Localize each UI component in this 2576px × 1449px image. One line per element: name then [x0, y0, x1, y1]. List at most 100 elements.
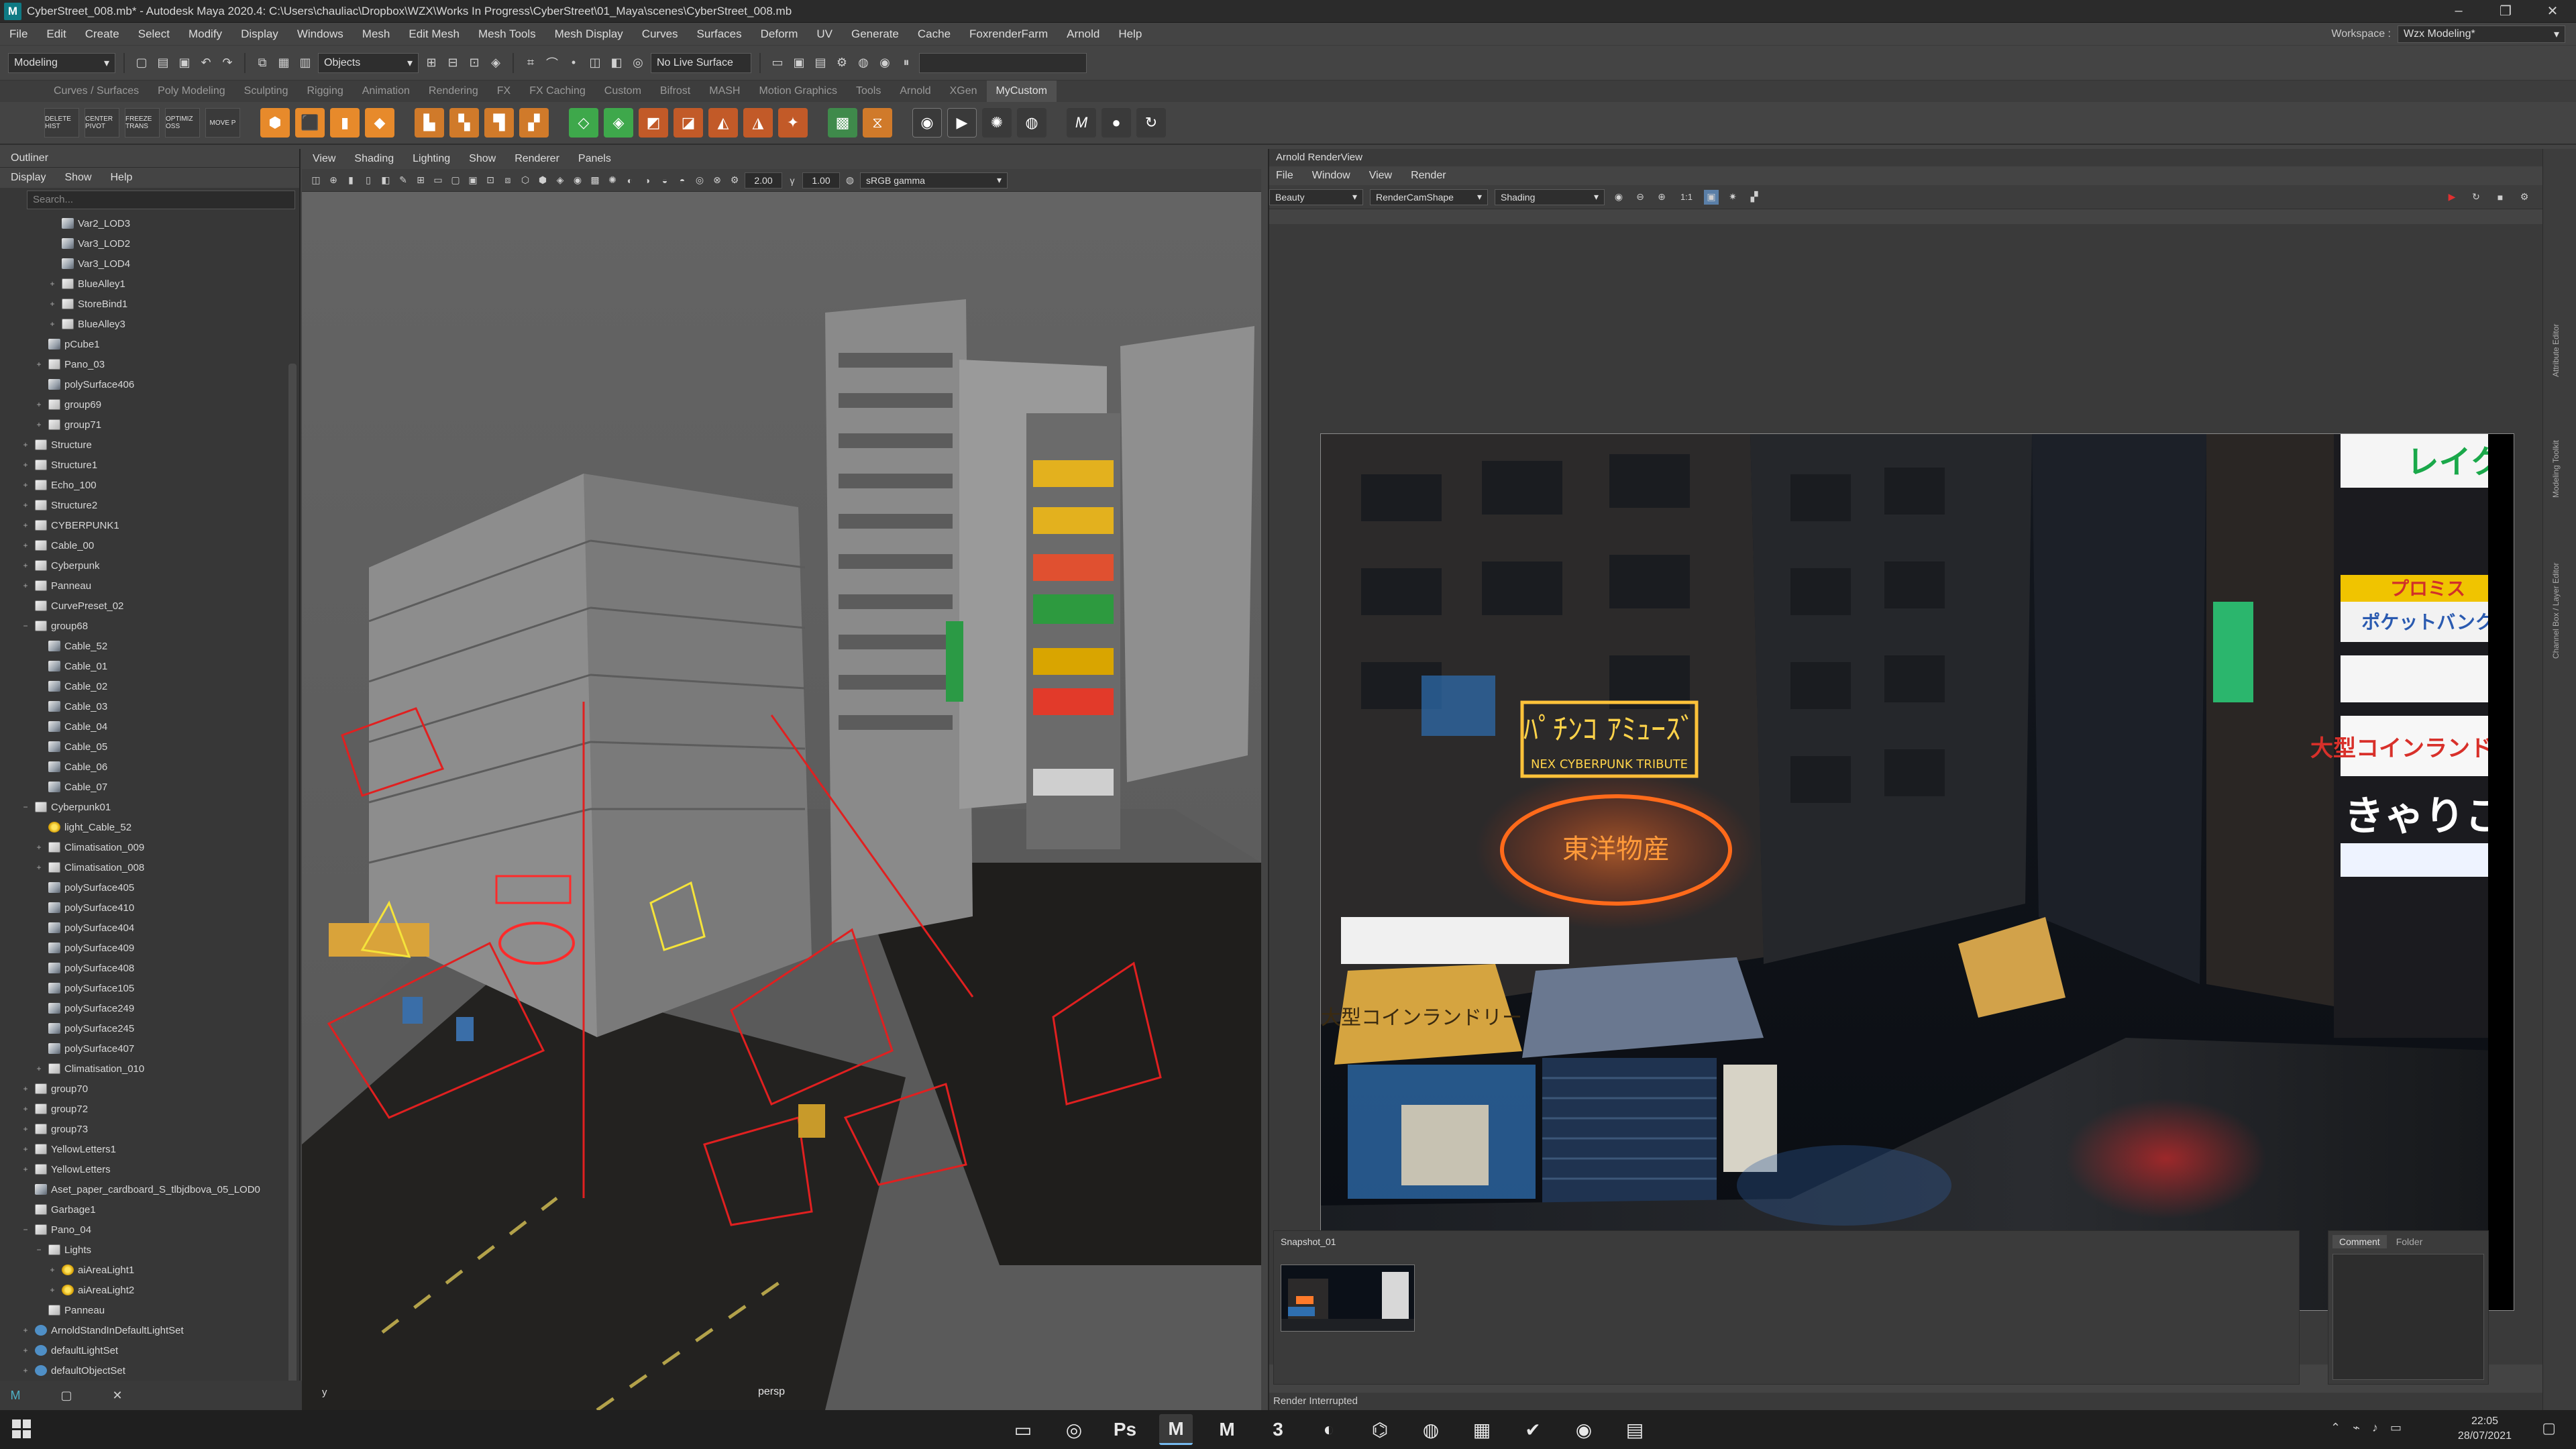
poly-sphere-icon[interactable]: ⬢: [260, 108, 290, 138]
taskbar-app-icon[interactable]: ◐: [1312, 1414, 1346, 1445]
select-component-icon[interactable]: ▥: [297, 54, 314, 72]
outliner-item[interactable]: + group70: [0, 1079, 288, 1099]
expand-toggle-icon[interactable]: +: [34, 400, 44, 409]
outliner-item[interactable]: polySurface249: [0, 998, 288, 1018]
refresh-icon[interactable]: ↻: [1136, 108, 1166, 138]
open-scene-icon[interactable]: ▤: [154, 54, 172, 72]
shelf-tab-tools[interactable]: Tools: [847, 80, 890, 102]
outliner-item[interactable]: + group71: [0, 415, 288, 435]
menu-file[interactable]: File: [0, 23, 37, 46]
poly-plane-icon[interactable]: ◆: [365, 108, 394, 138]
freeze-transform-button[interactable]: FREEZE TRANS: [125, 108, 160, 138]
outliner-item[interactable]: + Structure2: [0, 495, 288, 515]
select-camera-icon[interactable]: ◫: [309, 173, 323, 188]
shelf-tab-bifrost[interactable]: Bifrost: [651, 80, 700, 102]
optimize-button[interactable]: OPTIMIZ OSS: [165, 108, 200, 138]
viewport-scene[interactable]: y persp: [302, 192, 1261, 1410]
outliner-item[interactable]: Cable_04: [0, 716, 288, 737]
network-icon[interactable]: ⌁: [2353, 1421, 2360, 1435]
wireframe-on-shaded-icon[interactable]: ◈: [553, 173, 568, 188]
expand-toggle-icon[interactable]: +: [47, 1265, 58, 1275]
menu-mesh[interactable]: Mesh: [353, 23, 400, 46]
ipr-icon[interactable]: ▤: [812, 54, 829, 72]
outliner-item[interactable]: Garbage1: [0, 1199, 288, 1220]
chevron-up-icon[interactable]: ⌃: [2330, 1421, 2341, 1435]
expand-toggle-icon[interactable]: +: [20, 581, 31, 590]
menu-modify[interactable]: Modify: [179, 23, 231, 46]
expand-toggle-icon[interactable]: +: [47, 299, 58, 309]
gate-mask-icon[interactable]: ▣: [466, 173, 480, 188]
menu-cache[interactable]: Cache: [908, 23, 960, 46]
live-surface-dropdown[interactable]: No Live Surface: [651, 52, 751, 73]
render-start-icon[interactable]: ▶: [2445, 190, 2459, 205]
taskbar-app-icon[interactable]: ✔: [1516, 1414, 1550, 1445]
outliner-item[interactable]: − Cyberpunk01: [0, 797, 288, 817]
outliner-item[interactable]: Var3_LOD2: [0, 233, 288, 254]
outliner-item[interactable]: Cable_01: [0, 656, 288, 676]
mask-icon[interactable]: ⊟: [444, 54, 462, 72]
outliner-item[interactable]: + BlueAlley3: [0, 314, 288, 334]
outliner-item[interactable]: polySurface406: [0, 374, 288, 394]
gamma-field[interactable]: 1.00: [802, 172, 840, 189]
shelf-tab-rendering[interactable]: Rendering: [419, 80, 488, 102]
outliner-item[interactable]: Cable_06: [0, 757, 288, 777]
lock-camera-icon[interactable]: ⊕: [326, 173, 341, 188]
outliner-item[interactable]: − Lights: [0, 1240, 288, 1260]
isolate-icon[interactable]: ◉: [912, 108, 942, 138]
outliner-item[interactable]: + Cyberpunk: [0, 555, 288, 576]
expand-toggle-icon[interactable]: +: [34, 843, 44, 852]
shelf-tab-fx-caching[interactable]: FX Caching: [520, 80, 595, 102]
expand-toggle-icon[interactable]: +: [20, 1366, 31, 1375]
expand-toggle-icon[interactable]: +: [47, 319, 58, 329]
outliner-item[interactable]: polySurface245: [0, 1018, 288, 1038]
expand-toggle-icon[interactable]: +: [20, 1165, 31, 1174]
color-channel-icon[interactable]: ◉: [1611, 190, 1626, 205]
taskbar-app-icon[interactable]: ◎: [1057, 1414, 1091, 1445]
outliner-item[interactable]: pCube1: [0, 334, 288, 354]
redo-icon[interactable]: ↷: [219, 54, 236, 72]
comment-textarea[interactable]: [2332, 1254, 2484, 1380]
multicut-icon[interactable]: ✦: [778, 108, 808, 138]
menu-mesh-tools[interactable]: Mesh Tools: [469, 23, 545, 46]
taskbar-app-icon[interactable]: ◍: [1414, 1414, 1448, 1445]
expand-toggle-icon[interactable]: +: [20, 521, 31, 530]
new-scene-icon[interactable]: ▢: [133, 54, 150, 72]
render-settings-icon[interactable]: ⚙: [2517, 190, 2532, 205]
delete-history-button[interactable]: DELETE HIST: [44, 108, 79, 138]
image-plane-icon[interactable]: ▯: [361, 173, 376, 188]
xray-joints-icon[interactable]: ⊗: [710, 173, 724, 188]
separate-icon[interactable]: ▚: [449, 108, 479, 138]
outliner-item[interactable]: polySurface409: [0, 938, 288, 958]
outliner-item[interactable]: + defaultObjectSet: [0, 1360, 288, 1381]
field-chart-icon[interactable]: ⊡: [483, 173, 498, 188]
menu-foxrenderfarm[interactable]: FoxrenderFarm: [960, 23, 1057, 46]
outliner-item[interactable]: Cable_07: [0, 777, 288, 797]
expand-toggle-icon[interactable]: +: [20, 1084, 31, 1093]
render-view-icon[interactable]: ◉: [876, 54, 894, 72]
minimize-icon[interactable]: –: [2435, 0, 2482, 23]
maximize-icon[interactable]: ❐: [2482, 0, 2529, 23]
snapshot-thumbnail[interactable]: [1281, 1265, 1415, 1332]
tab-comment[interactable]: Comment: [2332, 1235, 2387, 1248]
taskbar-app-icon[interactable]: ◉: [1567, 1414, 1601, 1445]
outliner-item[interactable]: + Climatisation_008: [0, 857, 288, 877]
window-restore-icon[interactable]: ▢: [58, 1387, 75, 1404]
expand-toggle-icon[interactable]: +: [20, 440, 31, 449]
menu-mesh-display[interactable]: Mesh Display: [545, 23, 633, 46]
window-close-icon[interactable]: ✕: [109, 1387, 126, 1404]
light-icon[interactable]: ✺: [982, 108, 1012, 138]
menu-view[interactable]: View: [313, 153, 335, 165]
outliner-item[interactable]: Cable_05: [0, 737, 288, 757]
center-pivot-button[interactable]: CENTER PIVOT: [85, 108, 119, 138]
expand-toggle-icon[interactable]: +: [20, 500, 31, 510]
outliner-item[interactable]: + ArnoldStandInDefaultLightSet: [0, 1320, 288, 1340]
outliner-item[interactable]: + YellowLetters: [0, 1159, 288, 1179]
textured-icon[interactable]: ▩: [588, 173, 602, 188]
ssao-icon[interactable]: ◑: [640, 173, 655, 188]
xray-icon[interactable]: ◉: [570, 173, 585, 188]
taskbar-app-icon[interactable]: M: [1159, 1414, 1193, 1445]
isolate-select-icon[interactable]: ◎: [692, 173, 707, 188]
menu-generate[interactable]: Generate: [842, 23, 908, 46]
menu-file[interactable]: File: [1276, 170, 1293, 182]
color-management-icon[interactable]: ◍: [843, 173, 857, 188]
